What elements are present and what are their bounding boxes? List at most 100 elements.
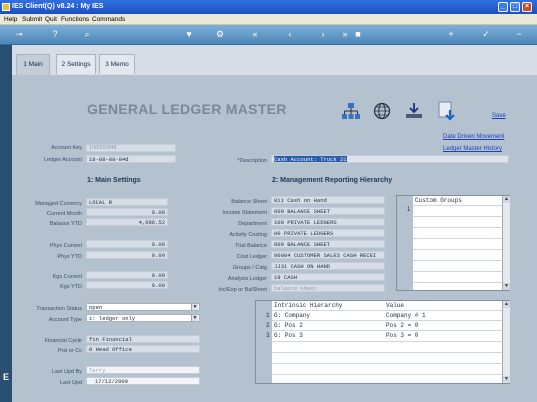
phys-current-field: 0.00 — [86, 240, 168, 248]
check-icon[interactable]: ✓ — [481, 29, 491, 39]
chevron-down-icon[interactable]: ▼ — [191, 304, 198, 310]
scroll-down-icon[interactable]: ▼ — [503, 376, 510, 383]
date-driven-movement-link[interactable]: Date Driven Movement — [443, 134, 504, 140]
hierarchy-field[interactable]: 00084 CUSTOMER SALES CASH RECEI — [271, 251, 385, 259]
financial-cycle-label: Financial Cycle — [44, 338, 82, 344]
fast-forward-icon[interactable]: » — [340, 29, 350, 39]
transaction-status-label: Transaction Status — [36, 306, 82, 312]
save-link[interactable]: Save — [492, 113, 506, 119]
balance-ytd-field: 4,696.52 — [86, 218, 168, 226]
tab-settings[interactable]: 2 Settings — [56, 54, 96, 74]
prev-icon[interactable]: ‹ — [285, 29, 295, 39]
intrinsic-scrollbar[interactable]: ▲ ▼ — [502, 301, 510, 383]
window-title: IES Client(Q) v8.24 : My IES — [12, 3, 104, 10]
custom-groups-scrollbar[interactable]: ▲ ▼ — [502, 196, 510, 290]
phys-ytd-field: 0.00 — [86, 251, 168, 259]
custom-groups-grid[interactable]: Custom Groups 1 ▲ ▼ — [396, 195, 510, 291]
hierarchy-field[interactable]: 100 PRIVATE LEDGERS — [271, 218, 385, 226]
intrinsic-hierarchy-grid[interactable]: Intrinsic Hierarchy Value 1 G: Company C… — [255, 300, 510, 384]
scroll-up-icon[interactable]: ▲ — [503, 301, 510, 308]
tab-main[interactable]: 1 Main — [16, 54, 50, 75]
minus-icon[interactable]: − — [514, 29, 524, 39]
balance-ytd-label: Balance YTD — [49, 221, 82, 227]
key-icon[interactable]: ⊸ — [10, 29, 28, 39]
kgs-current-label: Kgs Current — [52, 274, 82, 280]
ledger-account-label: Ledger Account — [43, 157, 82, 163]
current-month-field: 0.00 — [86, 208, 168, 216]
minimize-button[interactable]: _ — [498, 2, 508, 12]
row-number: 3 — [266, 332, 270, 339]
menu-commands[interactable]: Commands — [92, 16, 125, 23]
hierarchy-label: Balance Sheet — [231, 199, 267, 205]
ledger-master-history-link[interactable]: Ledger Master History — [443, 146, 502, 152]
kgs-current-field: 0.00 — [86, 271, 168, 279]
hierarchy-field[interactable]: 000 BALANCE SHEET — [271, 207, 385, 215]
kgs-ytd-field: 0.00 — [86, 281, 168, 289]
next-icon[interactable]: › — [318, 29, 328, 39]
scroll-up-icon[interactable]: ▲ — [503, 196, 510, 203]
hierarchy-label: Inc/Exp or BalSheet — [218, 287, 267, 293]
managed-currency-field[interactable]: LOCAL R — [86, 198, 168, 206]
help-icon[interactable]: ? — [50, 29, 60, 39]
globe-icon[interactable] — [373, 102, 391, 120]
transaction-status-value: open — [89, 304, 103, 311]
hierarchy-label: Activity Costing — [229, 232, 267, 238]
intrinsic-name: G: Pos 2 — [274, 322, 303, 329]
value-col-header: Value — [386, 302, 405, 309]
ledger-account-field[interactable]: 18-88-88-84d — [86, 155, 176, 163]
hierarchy-label: Trial Balance — [235, 243, 267, 249]
download-tray-icon[interactable] — [404, 102, 424, 120]
menu-functions[interactable]: Functions — [61, 16, 89, 23]
close-button[interactable]: × — [522, 2, 532, 12]
search-icon[interactable]: ⌕ — [82, 29, 92, 39]
last-upd-field: 17/12/2009 — [86, 377, 200, 385]
menu-quit[interactable]: Quit — [45, 16, 57, 23]
hierarchy-label: Department — [238, 221, 267, 227]
tab-memo[interactable]: 3 Memo — [99, 54, 135, 74]
financial-cycle-field[interactable]: fin Financial — [86, 335, 200, 343]
current-month-label: Current Month — [46, 211, 82, 217]
hierarchy-field[interactable]: balance sheet — [271, 284, 385, 292]
app-icon — [2, 3, 10, 11]
menu-submit[interactable]: Submit — [22, 16, 42, 23]
account-key-label: Account Key — [51, 145, 82, 151]
transaction-status-select[interactable]: open ▼ — [86, 303, 200, 311]
maximize-button[interactable]: □ — [510, 2, 520, 12]
page-title: GENERAL LEDGER MASTER — [87, 101, 287, 117]
rewind-icon[interactable]: « — [250, 29, 260, 39]
hierarchy-title: 2: Management Reporting Hierarchy — [272, 177, 393, 184]
export-icon[interactable] — [436, 100, 458, 122]
intrinsic-name: G: Pos 3 — [274, 332, 303, 339]
description-field[interactable]: Cash Account: Truck 21 — [271, 155, 509, 163]
account-key-field: 100000848 — [86, 144, 176, 152]
kgs-ytd-label: Kgs YTD — [60, 284, 82, 290]
tab-bar: 1 Main 2 Settings 3 Memo — [12, 45, 537, 75]
hierarchy-field[interactable]: 011 Cash on Hand — [271, 196, 385, 204]
description-selected-text: Cash Account: Truck 21 — [274, 156, 347, 163]
heart-icon[interactable]: ♥ — [184, 29, 194, 39]
main-settings-title: 1: Main Settings — [87, 177, 141, 184]
row-number: 2 — [266, 322, 270, 329]
menu-help[interactable]: Help — [4, 16, 17, 23]
account-type-select[interactable]: 1: ledger only ▼ — [86, 314, 200, 322]
hierarchy-field[interactable]: 009 BALANCE SHEET — [271, 240, 385, 248]
settings-icon[interactable]: ⚙ — [215, 29, 225, 39]
prsi-field[interactable]: 0 Head Office — [86, 345, 200, 353]
intrinsic-col-header: Intrinsic Hierarchy — [274, 302, 343, 309]
hierarchy-icon[interactable] — [341, 102, 361, 120]
menu-bar: Help Submit Quit Functions Commands — [0, 14, 537, 25]
intrinsic-name: G: Company — [274, 312, 311, 319]
chevron-down-icon[interactable]: ▼ — [191, 315, 198, 321]
hierarchy-field[interactable]: JJ31 CASH ON HAND — [271, 262, 385, 270]
row-number: 1 — [266, 312, 270, 319]
phys-ytd-label: Phys YTD — [57, 254, 82, 260]
toolbar: ⊸ ? ⌕ ♥ ⚙ « ‹ › » ■ + ✓ − — [0, 25, 537, 45]
scroll-down-icon[interactable]: ▼ — [503, 283, 510, 290]
stop-icon[interactable]: ■ — [353, 29, 363, 39]
custom-groups-header: Custom Groups — [415, 197, 462, 204]
hierarchy-label: Analysis Ledger — [227, 276, 267, 282]
last-upd-label: Last Upd — [59, 380, 82, 386]
add-icon[interactable]: + — [446, 29, 456, 39]
hierarchy-field[interactable]: 00 PRIVATE LEDGERS — [271, 229, 385, 237]
hierarchy-field[interactable]: 19 CASH — [271, 273, 385, 281]
